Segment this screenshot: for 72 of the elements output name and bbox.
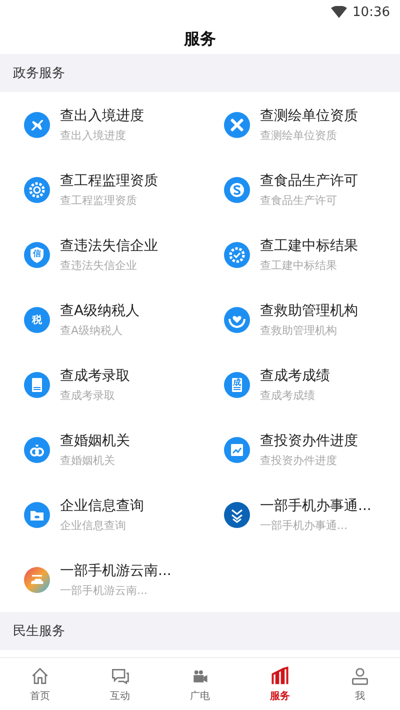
page-title: 服务	[184, 28, 216, 50]
service-subtitle: 查工建中标结果	[260, 258, 338, 272]
service-subtitle: 一部手机办事通...	[260, 518, 348, 532]
service-item[interactable]: 查投资办件进度 查投资办件进度	[200, 417, 400, 482]
service-item[interactable]: 信 查违法失信企业 查违法失信企业	[0, 222, 200, 287]
service-title: 一部手机办事通...	[260, 496, 372, 514]
service-subtitle: 查工程监理资质	[60, 192, 138, 208]
icon-character: 信	[33, 250, 41, 258]
service-item[interactable]: 税 查A级纳税人 查A级纳税人	[0, 287, 200, 352]
service-item[interactable]: 查食品生产许可 查食品生产许可	[200, 157, 400, 222]
document-icon	[23, 370, 51, 398]
service-item[interactable]: 一部手机办事通... 一部手机办事通...	[200, 482, 400, 547]
tab-item[interactable]: 互动	[80, 658, 160, 710]
app-logo-icon	[223, 500, 251, 528]
service-item[interactable]: 查工程监理资质 查工程监理资质	[0, 157, 200, 222]
service-item[interactable]: 查测绘单位资质 查测绘单位资质	[200, 92, 400, 157]
service-title: 查测绘单位资质	[260, 106, 358, 124]
service-title: 查投资办件进度	[260, 432, 358, 450]
service-title: 查婚姻机关	[60, 432, 130, 450]
section-header: 民生服务	[0, 612, 400, 650]
tab-item[interactable]: 首页	[0, 658, 80, 710]
service-subtitle: 查食品生产许可	[260, 192, 338, 208]
service-subtitle: 查救助管理机构	[260, 322, 338, 338]
s-coin-icon	[223, 176, 251, 204]
service-subtitle: 查投资办件进度	[260, 452, 338, 468]
service-item[interactable]: 企业信息查询 企业信息查询	[0, 482, 200, 547]
gear-icon	[23, 176, 51, 204]
service-title: 查成考录取	[60, 366, 130, 384]
service-subtitle: 查A级纳税人	[60, 322, 124, 338]
service-title: 查工建中标结果	[260, 236, 358, 254]
service-item[interactable]: 成 查成考成绩 查成考成绩	[200, 352, 400, 417]
service-title: 查食品生产许可	[260, 172, 358, 190]
rings-icon	[23, 436, 51, 464]
heart-hands-icon	[223, 306, 251, 334]
tab-item[interactable]: 我	[320, 658, 400, 710]
service-item[interactable]: 查出入境进度 查出入境进度	[0, 92, 200, 157]
chart-frame-icon	[223, 436, 251, 464]
service-subtitle: 查成考成绩	[260, 388, 316, 402]
service-item[interactable]: 查救助管理机构 查救助管理机构	[200, 287, 400, 352]
service-subtitle: 查违法失信企业	[60, 258, 138, 272]
service-title: 查违法失信企业	[60, 236, 158, 254]
tab-item[interactable]: 广电	[160, 658, 240, 710]
crossed-tools-icon	[223, 110, 251, 138]
buildings-icon	[270, 666, 290, 686]
service-title: 查救助管理机构	[260, 302, 358, 320]
service-item[interactable]: 查成考录取 查成考录取	[0, 352, 200, 417]
app-logo-icon	[23, 566, 51, 594]
section-header: 政务服务	[0, 54, 400, 92]
service-item[interactable]: 一部手机游云南... 一部手机游云南...	[0, 547, 200, 612]
service-title: 查成考成绩	[260, 366, 330, 384]
service-subtitle: 查出入境进度	[60, 128, 127, 142]
folder-icon	[23, 500, 51, 528]
home-icon	[30, 666, 50, 686]
service-subtitle: 一部手机游云南...	[60, 582, 148, 598]
icon-character: 税	[32, 314, 42, 326]
service-title: 一部手机游云南...	[60, 562, 172, 580]
service-subtitle: 企业信息查询	[60, 518, 127, 532]
tab-item[interactable]: 服务	[240, 658, 320, 710]
person-icon	[350, 666, 370, 686]
service-title: 查工程监理资质	[60, 172, 158, 190]
service-subtitle: 查成考录取	[60, 388, 116, 402]
service-title: 企业信息查询	[60, 496, 144, 514]
service-subtitle: 查婚姻机关	[60, 452, 116, 468]
wifi-icon	[330, 6, 347, 18]
clock-time: 10:36	[352, 4, 390, 20]
service-item[interactable]: 查工建中标结果 查工建中标结果	[200, 222, 400, 287]
service-title: 查A级纳税人	[60, 302, 140, 320]
service-subtitle: 查测绘单位资质	[260, 128, 338, 142]
service-title: 查出入境进度	[60, 106, 144, 124]
gear-check-icon	[223, 240, 251, 268]
icon-character: 成	[233, 379, 241, 387]
service-item[interactable]: 查婚姻机关 查婚姻机关	[0, 417, 200, 482]
